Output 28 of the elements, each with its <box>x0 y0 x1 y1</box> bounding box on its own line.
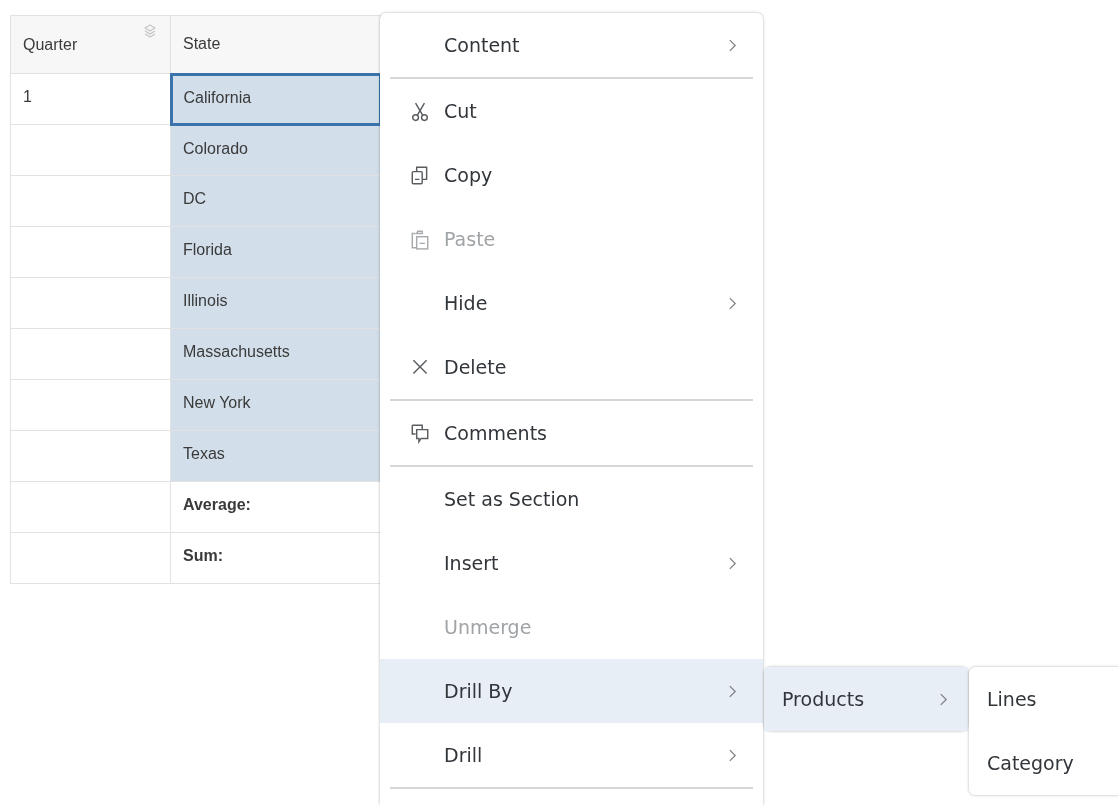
menu-item[interactable]: Hide <box>380 271 763 335</box>
menu-item[interactable]: Insert <box>380 531 763 595</box>
menu-item[interactable]: Products <box>764 667 968 731</box>
column-header[interactable]: State <box>170 15 381 74</box>
comments-icon <box>410 422 430 444</box>
menu-item[interactable]: Cut <box>380 79 763 143</box>
table-cell: Texas <box>170 430 381 482</box>
table-cell: DC <box>170 175 381 227</box>
stack-icon <box>144 24 156 38</box>
menu-item[interactable]: Drill By <box>380 659 763 723</box>
menu-item[interactable]: Category <box>969 731 1119 795</box>
menu-item[interactable]: Lines <box>969 667 1119 731</box>
table-cell: California <box>170 73 381 125</box>
column-header[interactable]: Quarter <box>10 15 171 74</box>
menu-item[interactable]: Set as Section <box>380 467 763 531</box>
table-cell: Colorado <box>170 124 381 176</box>
menu-item[interactable]: Comments <box>380 401 763 465</box>
table-cell: New York <box>170 379 381 431</box>
menu-item[interactable]: Copy <box>380 143 763 207</box>
menu-item[interactable]: Delete <box>380 335 763 399</box>
menu-item[interactable]: Drill <box>380 723 763 787</box>
table-cell: Massachusetts <box>170 328 381 380</box>
menu-item[interactable]: Content <box>380 13 763 77</box>
scissors-icon <box>410 100 430 122</box>
clipboard-icon <box>410 228 430 250</box>
copy-icon <box>410 164 430 186</box>
table-cell: Florida <box>170 226 381 278</box>
table-cell: Illinois <box>170 277 381 329</box>
